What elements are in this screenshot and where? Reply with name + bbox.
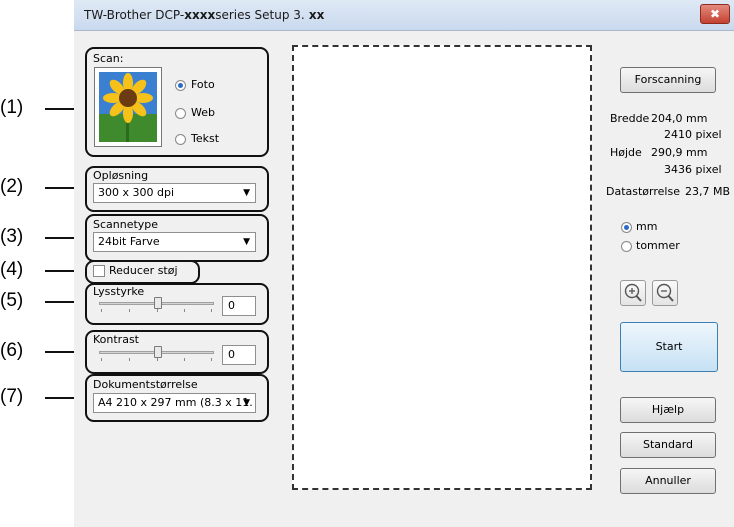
contrast-label: Kontrast	[93, 333, 139, 346]
data-size-value: 23,7 MB	[685, 185, 731, 198]
callout-1: (1)	[0, 97, 24, 118]
document-size-value: A4 210 x 297 mm (8.3 x 11.	[98, 396, 253, 409]
callout-4: (4)	[0, 259, 24, 280]
sunflower-preview-image	[94, 67, 162, 147]
zoom-in-button[interactable]	[620, 280, 646, 306]
document-size-label: Dokumentstørrelse	[93, 378, 198, 391]
brightness-tick	[184, 309, 185, 312]
start-button[interactable]: Start	[620, 322, 718, 372]
width-mm-value: 204,0 mm	[651, 112, 708, 125]
help-button[interactable]: Hjælp	[620, 397, 716, 423]
brightness-tick	[157, 309, 158, 312]
scan-text-radio[interactable]	[175, 134, 186, 145]
close-button[interactable]: ✖	[700, 4, 730, 24]
contrast-tick	[157, 358, 158, 361]
brightness-value-field[interactable]: 0	[222, 296, 256, 316]
unit-mm-radio[interactable]	[621, 222, 632, 233]
scan-text-label[interactable]: Tekst	[191, 132, 219, 145]
contrast-tick	[184, 358, 185, 361]
callout-7: (7)	[0, 386, 24, 407]
height-label: Højde	[610, 146, 642, 159]
contrast-tick	[101, 358, 102, 361]
zoom-out-button[interactable]	[652, 280, 678, 306]
callout-6: (6)	[0, 340, 24, 361]
default-button[interactable]: Standard	[620, 432, 716, 458]
width-px-value: 2410 pixel	[664, 128, 722, 141]
resolution-label: Opløsning	[93, 169, 149, 182]
title-bar: TW-Brother DCP-xxxxseries Setup 3. xx ✖	[74, 0, 734, 31]
callout-3: (3)	[0, 226, 24, 247]
contrast-value-field[interactable]: 0	[222, 345, 256, 365]
scan-preview-area[interactable]	[292, 45, 592, 490]
document-size-select[interactable]: A4 210 x 297 mm (8.3 x 11. ▼	[93, 393, 256, 413]
scanner-setup-window: TW-Brother DCP-xxxxseries Setup 3. xx ✖ …	[74, 0, 734, 527]
resolution-value: 300 x 300 dpi	[98, 186, 175, 199]
height-mm-value: 290,9 mm	[651, 146, 708, 159]
brightness-label: Lysstyrke	[93, 285, 145, 298]
reduce-noise-checkbox[interactable]	[93, 265, 105, 277]
scan-web-label[interactable]: Web	[191, 106, 215, 119]
scan-photo-label[interactable]: Foto	[191, 78, 215, 91]
chevron-down-icon: ▼	[243, 188, 250, 198]
unit-inch-radio[interactable]	[621, 241, 632, 252]
data-size-label: Datastørrelse	[606, 185, 680, 198]
brightness-tick	[101, 309, 102, 312]
scan-type-select[interactable]: 24bit Farve ▼	[93, 232, 256, 252]
window-title: TW-Brother DCP-xxxxseries Setup 3. xx	[84, 8, 325, 22]
resolution-select[interactable]: 300 x 300 dpi ▼	[93, 183, 256, 203]
brightness-tick	[129, 309, 130, 312]
brightness-tick	[211, 309, 212, 312]
callout-2: (2)	[0, 176, 24, 197]
width-label: Bredde	[610, 112, 650, 125]
height-px-value: 3436 pixel	[664, 163, 722, 176]
scan-label: Scan:	[93, 52, 124, 65]
contrast-tick	[211, 358, 212, 361]
unit-inch-label[interactable]: tommer	[636, 239, 680, 252]
scan-type-label: Scannetype	[93, 218, 159, 231]
scan-photo-radio[interactable]	[175, 80, 186, 91]
cancel-button[interactable]: Annuller	[620, 468, 716, 494]
scan-web-radio[interactable]	[175, 108, 186, 119]
zoom-in-icon	[624, 283, 642, 302]
chevron-down-icon: ▼	[243, 237, 250, 247]
prescan-button[interactable]: Forscanning	[620, 67, 716, 93]
callout-5: (5)	[0, 290, 24, 311]
brightness-slider-thumb[interactable]	[154, 297, 162, 309]
contrast-slider-thumb[interactable]	[154, 346, 162, 358]
scan-type-value: 24bit Farve	[98, 235, 160, 248]
reduce-noise-label[interactable]: Reducer støj	[109, 264, 178, 277]
chevron-down-icon: ▼	[243, 398, 250, 408]
contrast-tick	[129, 358, 130, 361]
zoom-out-icon	[656, 283, 674, 302]
unit-mm-label[interactable]: mm	[636, 220, 657, 233]
